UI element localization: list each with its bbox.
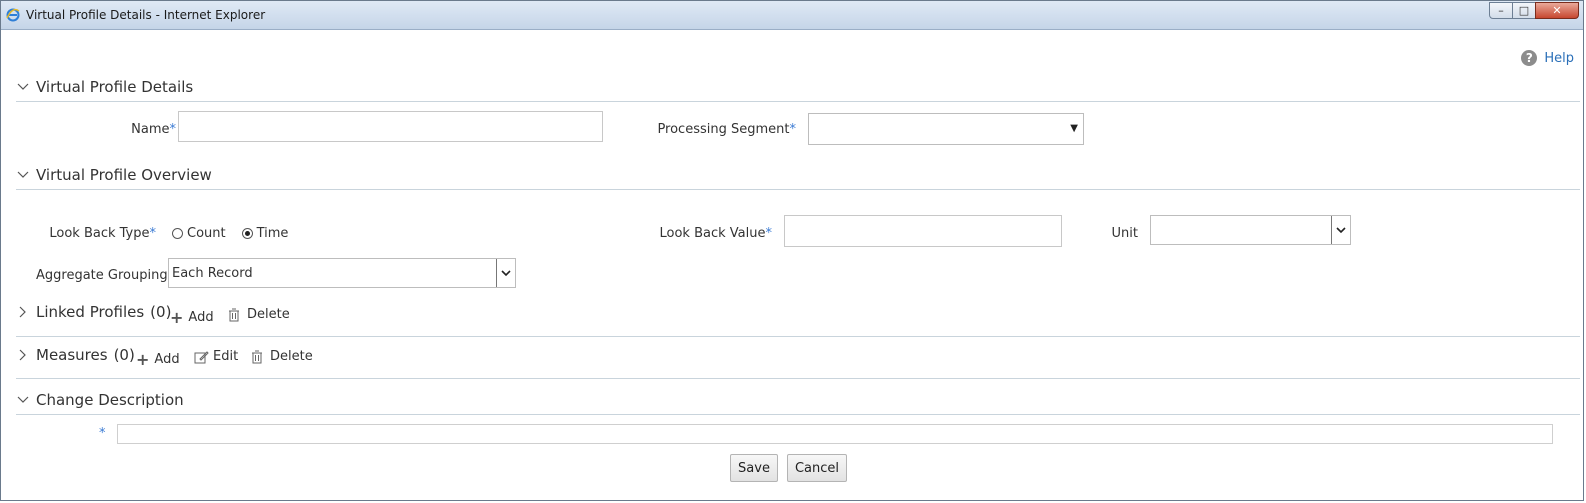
section-divider [16, 336, 1580, 337]
section-title: Change Description [36, 391, 184, 409]
close-icon: ✕ [1552, 4, 1562, 17]
section-header-change-description[interactable]: Change Description [16, 391, 184, 409]
section-divider [16, 189, 1580, 190]
trash-icon [252, 350, 262, 363]
chevron-down-icon [16, 171, 30, 179]
aggregate-grouping-select[interactable]: Each Record [168, 258, 516, 288]
minimize-button[interactable]: – [1489, 2, 1513, 19]
section-count: (0) [150, 303, 172, 321]
internet-explorer-icon [6, 8, 20, 22]
delete-label: Delete [270, 349, 313, 364]
radio-time-label: Time [256, 226, 289, 241]
section-header-details[interactable]: Virtual Profile Details [16, 78, 193, 96]
radio-count-label: Count [187, 226, 226, 241]
edit-icon [194, 350, 209, 363]
name-input[interactable] [178, 111, 603, 142]
section-title: Virtual Profile Overview [36, 166, 212, 184]
dropdown-arrow-icon [496, 259, 515, 287]
help-icon: ? [1521, 50, 1538, 66]
section-divider [16, 414, 1580, 415]
title-bar[interactable]: Virtual Profile Details - Internet Explo… [1, 1, 1583, 30]
linked-delete-button[interactable]: Delete [228, 307, 290, 322]
aggregate-grouping-label: Aggregate Grouping [36, 268, 168, 283]
chevron-right-icon [16, 349, 30, 361]
aggregate-grouping-value: Each Record [172, 266, 253, 281]
dropdown-arrow-icon [1331, 216, 1350, 244]
cancel-button[interactable]: Cancel [787, 454, 847, 482]
trash-icon [229, 308, 239, 321]
section-divider [16, 101, 1580, 102]
look-back-value-label: Look Back Value* [659, 226, 772, 241]
look-back-value-input[interactable] [784, 215, 1062, 247]
unit-select[interactable] [1150, 215, 1351, 245]
processing-segment-select[interactable]: ▼ [808, 113, 1084, 145]
help-link[interactable]: ? Help [1521, 50, 1574, 66]
section-divider [16, 378, 1580, 379]
look-back-type-radio-group: Count Time [172, 226, 288, 241]
section-header-linked-profiles[interactable]: Linked Profiles (0) [16, 303, 171, 321]
window-title: Virtual Profile Details - Internet Explo… [26, 8, 266, 22]
minimize-icon: – [1498, 4, 1504, 17]
section-header-measures[interactable]: Measures (0) [16, 346, 135, 364]
chevron-down-icon [16, 396, 30, 404]
help-label: Help [1544, 50, 1574, 66]
change-description-input[interactable] [117, 424, 1553, 444]
dropdown-arrow-icon: ▼ [1070, 123, 1078, 134]
section-title: Virtual Profile Details [36, 78, 194, 96]
section-title: Linked Profiles [36, 303, 145, 321]
measures-edit-button[interactable]: Edit [194, 349, 238, 364]
maximize-icon: □ [1518, 4, 1530, 17]
processing-segment-label: Processing Segment* [657, 122, 796, 137]
edit-label: Edit [213, 349, 239, 364]
ie-window: Virtual Profile Details - Internet Explo… [0, 0, 1584, 501]
maximize-button[interactable]: □ [1512, 2, 1536, 19]
window-controls: – □ ✕ [1489, 2, 1579, 19]
section-count: (0) [113, 346, 135, 364]
add-label: Add [188, 310, 214, 325]
save-button[interactable]: Save [730, 454, 778, 482]
dialog-content: ? Help Virtual Profile Details Name* Pro… [6, 30, 1580, 497]
plus-icon: + [136, 350, 150, 369]
linked-add-button[interactable]: + Add [170, 308, 214, 327]
radio-count[interactable] [172, 228, 183, 239]
close-window-button[interactable]: ✕ [1535, 2, 1579, 19]
name-label: Name* [131, 122, 176, 137]
measures-delete-button[interactable]: Delete [251, 349, 313, 364]
plus-icon: + [170, 308, 184, 327]
section-header-overview[interactable]: Virtual Profile Overview [16, 166, 212, 184]
radio-time[interactable] [241, 228, 253, 239]
add-label: Add [154, 352, 180, 367]
unit-label: Unit [1111, 226, 1138, 241]
look-back-type-label: Look Back Type* [49, 226, 156, 241]
measures-add-button[interactable]: + Add [136, 350, 180, 369]
delete-label: Delete [247, 307, 290, 322]
chevron-right-icon [16, 306, 30, 318]
section-title: Measures [36, 346, 108, 364]
required-marker: * [99, 426, 106, 441]
chevron-down-icon [16, 83, 30, 91]
